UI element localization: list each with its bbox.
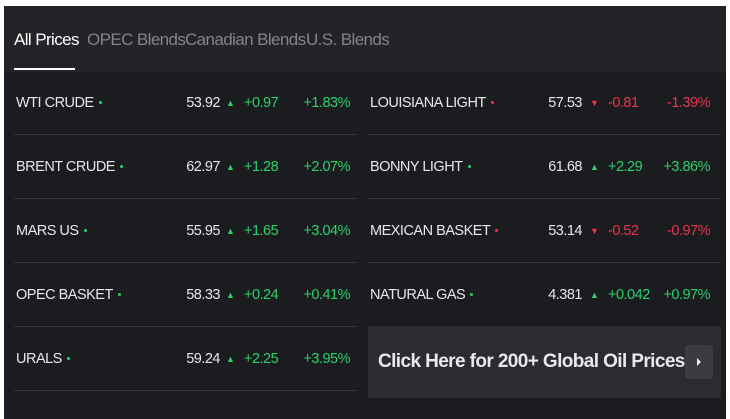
change-value: +1.65 bbox=[244, 223, 279, 239]
change-value: +2.29 bbox=[608, 159, 643, 175]
change-value: +0.042 bbox=[608, 287, 650, 303]
triangle-up-icon: ▲ bbox=[590, 290, 599, 300]
tab-opec-blends[interactable]: OPEC Blends bbox=[87, 27, 186, 53]
price-value: 53.14 bbox=[548, 223, 582, 239]
tab-us-blends[interactable]: U.S. Blends bbox=[306, 27, 390, 53]
status-dot bbox=[470, 292, 474, 296]
tab-all-prices[interactable]: All Prices bbox=[14, 27, 79, 53]
triangle-up-icon: ▲ bbox=[226, 354, 235, 364]
tab-bar: All Prices OPEC Blends Canadian Blends U… bbox=[4, 6, 726, 72]
price-value: 55.95 bbox=[186, 223, 220, 239]
status-dot bbox=[467, 164, 471, 168]
triangle-up-icon: ▲ bbox=[226, 290, 235, 300]
price-value: 4.381 bbox=[548, 287, 582, 303]
commodity-name-text: MARS US bbox=[16, 223, 79, 239]
status-dot bbox=[83, 228, 87, 232]
status-dot bbox=[490, 100, 494, 104]
cta-arrow-button[interactable] bbox=[685, 345, 713, 379]
commodity-name-text: WTI CRUDE bbox=[16, 95, 94, 111]
oil-prices-widget: All Prices OPEC Blends Canadian Blends U… bbox=[4, 6, 726, 419]
commodity-name[interactable]: OPEC BASKET bbox=[16, 264, 121, 327]
commodity-name-text: LOUISIANA LIGHT bbox=[370, 95, 486, 111]
price-value: 59.24 bbox=[186, 351, 220, 367]
price-value: 57.53 bbox=[548, 95, 582, 111]
status-dot bbox=[66, 356, 70, 360]
active-tab-indicator bbox=[14, 68, 75, 70]
change-value: +2.25 bbox=[244, 351, 279, 367]
triangle-up-icon: ▲ bbox=[226, 226, 235, 236]
status-dot bbox=[495, 228, 499, 232]
commodity-name-text: BRENT CRUDE bbox=[16, 159, 115, 175]
status-dot bbox=[117, 292, 121, 296]
commodity-name-text: OPEC BASKET bbox=[16, 287, 113, 303]
tab-canadian-blends[interactable]: Canadian Blends bbox=[185, 27, 306, 53]
commodity-name-text: NATURAL GAS bbox=[370, 287, 466, 303]
price-row-mars-us[interactable]: MARS US 55.95 ▲ +1.65 +3.04% bbox=[14, 200, 357, 263]
commodity-name[interactable]: BONNY LIGHT bbox=[370, 136, 471, 199]
price-row-urals[interactable]: URALS 59.24 ▲ +2.25 +3.95% bbox=[14, 328, 357, 391]
status-dot bbox=[98, 100, 102, 104]
commodity-name[interactable]: MEXICAN BASKET bbox=[370, 200, 499, 263]
price-row-opec-basket[interactable]: OPEC BASKET 58.33 ▲ +0.24 +0.41% bbox=[14, 264, 357, 327]
percent-change: +0.41% bbox=[303, 287, 350, 303]
cta-label: Click Here for 200+ Global Oil Prices bbox=[378, 351, 685, 372]
change-value: +0.24 bbox=[244, 287, 279, 303]
commodity-name[interactable]: NATURAL GAS bbox=[370, 264, 474, 327]
global-oil-prices-button[interactable]: Click Here for 200+ Global Oil Prices bbox=[368, 326, 721, 398]
price-row-wti-crude[interactable]: WTI CRUDE 53.92 ▲ +0.97 +1.83% bbox=[14, 72, 357, 135]
commodity-name[interactable]: LOUISIANA LIGHT bbox=[370, 72, 494, 135]
change-value: +0.97 bbox=[244, 95, 279, 111]
change-value: -0.81 bbox=[608, 95, 639, 111]
price-row-natural-gas[interactable]: NATURAL GAS 4.381 ▲ +0.042 +0.97% bbox=[368, 264, 721, 327]
percent-change: +0.97% bbox=[663, 287, 710, 303]
status-dot bbox=[119, 164, 123, 168]
commodity-name-text: BONNY LIGHT bbox=[370, 159, 463, 175]
triangle-up-icon: ▲ bbox=[226, 162, 235, 172]
triangle-up-icon: ▲ bbox=[590, 162, 599, 172]
commodity-name[interactable]: URALS bbox=[16, 328, 70, 391]
commodity-name[interactable]: WTI CRUDE bbox=[16, 72, 102, 135]
percent-change: +2.07% bbox=[303, 159, 350, 175]
price-value: 58.33 bbox=[186, 287, 220, 303]
triangle-down-icon: ▼ bbox=[590, 226, 599, 236]
chevron-right-icon bbox=[697, 358, 701, 366]
commodity-name-text: MEXICAN BASKET bbox=[370, 223, 491, 239]
commodity-name-text: URALS bbox=[16, 351, 62, 367]
percent-change: -0.97% bbox=[667, 223, 710, 239]
percent-change: +3.86% bbox=[663, 159, 710, 175]
price-row-brent-crude[interactable]: BRENT CRUDE 62.97 ▲ +1.28 +2.07% bbox=[14, 136, 357, 199]
price-value: 53.92 bbox=[186, 95, 220, 111]
price-row-louisiana-light[interactable]: LOUISIANA LIGHT 57.53 ▼ -0.81 -1.39% bbox=[368, 72, 721, 135]
price-row-mexican-basket[interactable]: MEXICAN BASKET 53.14 ▼ -0.52 -0.97% bbox=[368, 200, 721, 263]
commodity-name[interactable]: BRENT CRUDE bbox=[16, 136, 123, 199]
change-value: -0.52 bbox=[608, 223, 639, 239]
triangle-up-icon: ▲ bbox=[226, 98, 235, 108]
change-value: +1.28 bbox=[244, 159, 279, 175]
triangle-down-icon: ▼ bbox=[590, 98, 599, 108]
percent-change: +1.83% bbox=[303, 95, 350, 111]
percent-change: +3.95% bbox=[303, 351, 350, 367]
price-value: 62.97 bbox=[186, 159, 220, 175]
percent-change: +3.04% bbox=[303, 223, 350, 239]
price-row-bonny-light[interactable]: BONNY LIGHT 61.68 ▲ +2.29 +3.86% bbox=[368, 136, 721, 199]
price-value: 61.68 bbox=[548, 159, 582, 175]
commodity-name[interactable]: MARS US bbox=[16, 200, 87, 263]
percent-change: -1.39% bbox=[667, 95, 710, 111]
